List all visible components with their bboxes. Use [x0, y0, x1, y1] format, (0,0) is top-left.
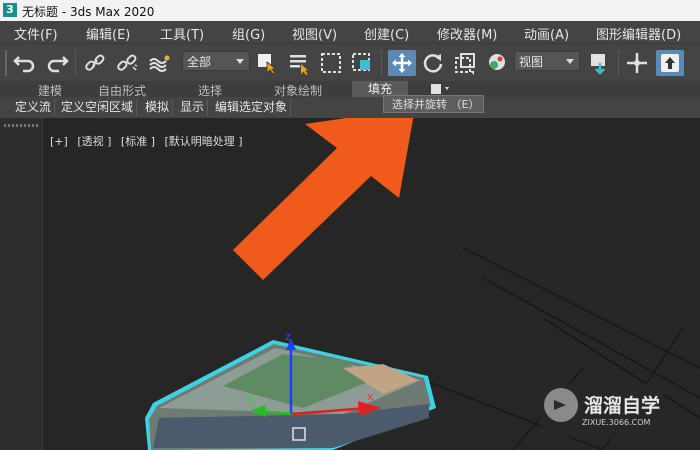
select-scale-icon [455, 53, 475, 75]
select-and-move-button[interactable] [388, 50, 416, 76]
window-title: 无标题 - 3ds Max 2020 [22, 5, 155, 19]
left-panel [0, 118, 43, 450]
display-button[interactable]: 显示 [177, 99, 209, 116]
select-and-manipulate-button[interactable] [623, 50, 651, 76]
rect-selection-icon [321, 53, 341, 73]
title-bar: 3 无标题 - 3ds Max 2020 [0, 0, 700, 21]
unlink-icon [117, 54, 138, 71]
select-object-button[interactable] [253, 50, 281, 76]
select-and-rotate-button[interactable] [419, 50, 447, 76]
annotation-arrow [233, 118, 414, 280]
menu-tools[interactable]: 工具(T) [160, 24, 204, 43]
select-object-icon [258, 54, 278, 75]
watermark-title: 溜溜自学 [584, 395, 661, 417]
select-manipulate-icon [627, 53, 647, 73]
select-rotate-icon [423, 54, 443, 73]
menu-group[interactable]: 组(G) [232, 24, 265, 43]
selection-filter-dropdown[interactable]: 全部 [182, 51, 250, 71]
bind-to-space-warp-button[interactable] [145, 50, 173, 76]
viewport-shading[interactable]: [默认明暗处理 ] [165, 135, 243, 148]
define-flows-button[interactable]: 定义流 [12, 99, 56, 116]
toolbar-grip[interactable] [5, 50, 7, 76]
gizmo-z-label: z [285, 330, 291, 343]
rectangular-selection-button[interactable] [317, 50, 345, 76]
populate-toolbar: 定义流 定义空闲区域 模拟 显示 编辑选定对象 [0, 97, 700, 118]
menu-modifiers[interactable]: 修改器(M) [437, 24, 497, 43]
watermark-logo-icon [544, 388, 578, 422]
ribbon-options-icon [431, 84, 449, 94]
bind-space-warp-icon [149, 55, 170, 72]
app-logo-icon: 3 [3, 3, 17, 17]
menu-graph-editors[interactable]: 图形编辑器(D) [596, 24, 681, 43]
select-by-name-button[interactable] [285, 50, 313, 76]
gizmo-y-label: y [247, 392, 254, 405]
undo-icon [13, 56, 35, 73]
keyboard-shortcut-icon [661, 54, 679, 72]
edit-selected-button[interactable]: 编辑选定对象 [212, 99, 292, 116]
ribbon-options-button[interactable] [430, 83, 452, 95]
selection-filter-value: 全部 [187, 55, 212, 69]
viewport-label: [+] [透视 ] [标准 ] [默认明暗处理 ] [50, 133, 249, 149]
reference-coord-dropdown[interactable]: 视图 [514, 51, 580, 71]
select-move-icon [392, 53, 412, 73]
select-by-name-icon [290, 55, 308, 75]
menu-create[interactable]: 创建(C) [364, 24, 409, 43]
redo-icon [47, 56, 69, 73]
simulate-button[interactable]: 模拟 [142, 99, 174, 116]
use-pivot-icon [591, 54, 605, 75]
menu-view[interactable]: 视图(V) [292, 24, 337, 43]
menu-file[interactable]: 文件(F) [14, 24, 58, 43]
define-idle-areas-button[interactable]: 定义空闲区域 [58, 99, 138, 116]
menu-animation[interactable]: 动画(A) [524, 24, 569, 43]
menu-bar: 文件(F) 编辑(E) 工具(T) 组(G) 视图(V) 创建(C) 修改器(M… [0, 21, 700, 43]
select-and-scale-button[interactable] [451, 50, 479, 76]
unlink-selection-button[interactable] [113, 50, 141, 76]
redo-button[interactable] [43, 50, 71, 76]
window-crossing-button[interactable] [348, 50, 376, 76]
gizmo-x-label: x [367, 390, 374, 403]
select-and-place-button[interactable] [482, 50, 510, 76]
link-icon [85, 54, 105, 71]
viewport-standard[interactable]: [标准 ] [121, 135, 155, 148]
tooltip: 选择并旋转 （E） [383, 95, 484, 113]
chevron-down-icon [566, 59, 574, 64]
menu-edit[interactable]: 编辑(E) [86, 24, 130, 43]
undo-button[interactable] [11, 50, 39, 76]
chevron-down-icon [236, 59, 244, 64]
viewport-menu-plus[interactable]: [+] [50, 135, 68, 148]
window-crossing-icon [352, 53, 370, 71]
select-and-link-button[interactable] [81, 50, 109, 76]
viewport-point-of-view[interactable]: [透视 ] [77, 135, 111, 148]
panel-grip[interactable] [4, 124, 38, 127]
reference-coord-value: 视图 [519, 55, 544, 69]
ribbon-tabs: 建模 自由形式 选择 对象绘制 填充 [0, 81, 700, 98]
watermark-url: ZIXUE.3066.COM [582, 418, 651, 427]
use-pivot-center-button[interactable] [586, 50, 614, 76]
keyboard-shortcut-override-button[interactable] [656, 50, 684, 76]
main-toolbar: 全部 视图 [0, 43, 700, 82]
select-place-icon [489, 54, 505, 70]
